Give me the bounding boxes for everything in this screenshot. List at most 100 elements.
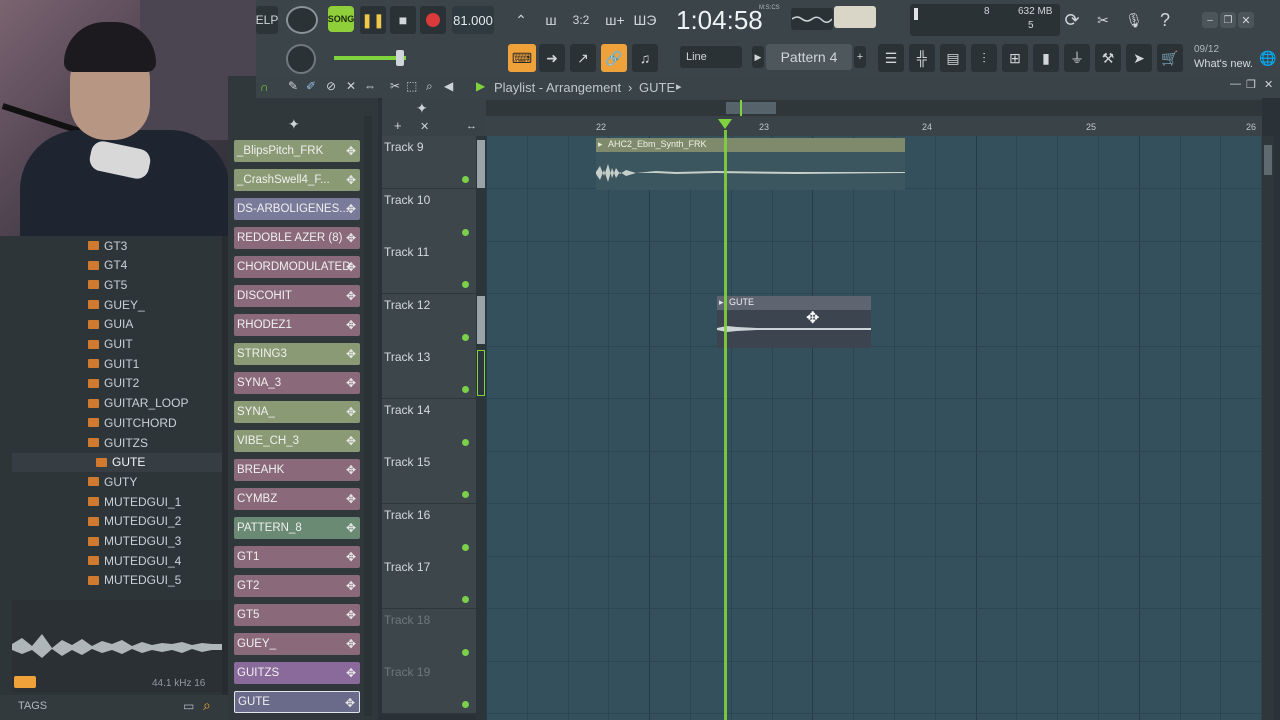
track-mute-led[interactable] — [462, 333, 469, 341]
delete-tool-icon[interactable]: ⊘ — [326, 79, 336, 93]
slip-tool-icon[interactable]: ⇔ — [364, 79, 376, 93]
picker-scrollbar[interactable] — [364, 116, 372, 716]
picker-item[interactable]: VIBE_CH_3 ✥ — [234, 430, 360, 452]
picker-item[interactable]: DISCOHIT ✥ — [234, 285, 360, 307]
link-button[interactable]: 🔗 — [601, 44, 627, 72]
plugin-button[interactable]: ⏚ — [1064, 44, 1090, 72]
track-mute-led[interactable] — [462, 701, 469, 708]
playlist-close-icon[interactable]: ✕ — [1264, 78, 1273, 91]
audio-clip-synth[interactable] — [596, 152, 905, 190]
track-header[interactable]: Track 13 — [382, 346, 476, 399]
tools-button[interactable]: ⚒ — [1095, 44, 1121, 72]
browser-item[interactable]: GUIT2 — [88, 374, 139, 393]
drag-handle-icon[interactable]: ✥ — [343, 347, 356, 361]
drag-handle-icon[interactable]: ✥ — [343, 405, 356, 419]
rendering-button[interactable]: ➤ — [1126, 44, 1152, 72]
paint-tool-icon[interactable]: ✐ — [306, 79, 316, 93]
tags-label[interactable]: TAGS — [18, 700, 47, 712]
picker-item[interactable]: PATTERN_8 ✥ — [234, 517, 360, 539]
browser-item[interactable]: GUITAR_LOOP — [88, 394, 188, 413]
track-mute-led[interactable] — [462, 596, 469, 603]
browser-item[interactable]: GUIT — [88, 335, 133, 354]
playback-tool-icon[interactable]: ◀ — [444, 79, 453, 93]
playlist-maximize-icon[interactable]: ❐ — [1246, 78, 1256, 91]
track-header[interactable]: Track 9 — [382, 136, 476, 189]
track-mute-led[interactable] — [462, 648, 469, 656]
track-lane[interactable] — [476, 241, 1262, 294]
drag-handle-icon[interactable]: ✥ — [343, 144, 356, 158]
arrangement-dropdown-icon[interactable]: ▸ — [676, 80, 682, 93]
master-volume-knob[interactable] — [286, 6, 318, 34]
track-scroll-handle-2[interactable] — [477, 296, 485, 344]
drag-handle-icon[interactable]: ✥ — [343, 434, 356, 448]
overview-viewport[interactable] — [726, 102, 776, 114]
browser-item[interactable]: GUIT1 — [88, 354, 139, 373]
restore-button[interactable]: ❐ — [1220, 12, 1236, 28]
slide-button[interactable]: ↗ — [570, 44, 596, 72]
wait-input-button[interactable]: ш — [538, 6, 564, 34]
picker-item[interactable]: REDOBLE AZER (8) ✥ — [234, 227, 360, 249]
browser-item[interactable]: MUTEDGUI_1 — [88, 492, 181, 511]
browser-item[interactable]: MUTEDGUI_4 — [88, 551, 181, 570]
whats-new-link[interactable]: What's new. — [1194, 58, 1253, 70]
track-mute-led[interactable] — [462, 386, 469, 393]
playlist-vscroll[interactable] — [1262, 136, 1274, 720]
drag-handle-icon[interactable]: ✥ — [343, 492, 356, 506]
picker-item[interactable]: GUTE ✥ — [234, 691, 360, 713]
remove-track-icon[interactable]: ✕ — [420, 120, 429, 133]
picker-item[interactable]: SYNA_ ✥ — [234, 401, 360, 423]
track-header[interactable]: Track 10 — [382, 188, 476, 242]
play-button[interactable]: ❚❚ — [360, 6, 386, 34]
track-header[interactable]: Track 16 — [382, 503, 476, 557]
browser-item[interactable]: GUIA — [88, 315, 133, 334]
playlist-window-button[interactable]: ☰ — [878, 44, 904, 72]
track-header[interactable]: Track 14 — [382, 398, 476, 452]
typing-keyboard-button[interactable]: ⌨ — [508, 44, 536, 72]
draw-tool-icon[interactable]: ✎ — [288, 79, 298, 93]
help-menu[interactable]: ELP — [256, 6, 278, 34]
picker-item[interactable]: DS-ARBOLIGENES... ✥ — [234, 198, 360, 220]
volume-slider-handle[interactable] — [396, 50, 404, 66]
picker-item[interactable]: BREAHK ✥ — [234, 459, 360, 481]
picker-item[interactable]: RHODEZ1 ✥ — [234, 314, 360, 336]
track-header[interactable]: Track 12 — [382, 293, 476, 347]
pattern-prev-button[interactable]: ▶ — [752, 46, 764, 68]
picker-item[interactable]: STRING3 ✥ — [234, 343, 360, 365]
browser-item[interactable]: GT4 — [88, 256, 127, 275]
audio-clip-gute[interactable] — [717, 310, 871, 348]
track-lane[interactable] — [476, 661, 1262, 714]
pattern-selector[interactable]: Pattern 4 — [766, 44, 852, 70]
track-lane[interactable] — [476, 556, 1262, 609]
arrangement-name[interactable]: GUTE — [639, 80, 675, 95]
channel-rack-button[interactable]: ▤ — [940, 44, 966, 72]
mute-tool-icon[interactable]: ✕ — [346, 79, 356, 93]
undo-history-button[interactable]: ⟳ — [1059, 6, 1085, 34]
track-nav-icon[interactable]: ✦ — [416, 100, 428, 117]
drag-handle-icon[interactable]: ✥ — [343, 260, 356, 274]
step-edit-button[interactable]: ➜ — [539, 44, 565, 72]
track-lane[interactable] — [476, 609, 1262, 662]
drag-handle-icon[interactable]: ✥ — [343, 550, 356, 564]
clip-header[interactable]: ▸ AHC2_Ebm_Synth_FRK — [596, 138, 905, 152]
browser-item[interactable]: MUTEDGUI_3 — [88, 532, 181, 551]
add-pattern-button[interactable]: + — [854, 46, 866, 68]
track-header[interactable]: Track 11 — [382, 241, 476, 294]
slice-tool-icon[interactable]: ✂ — [390, 79, 400, 93]
track-scrollbar[interactable] — [476, 136, 486, 720]
minimize-button[interactable]: – — [1202, 12, 1218, 28]
clip-header[interactable]: ▸ GUTE — [717, 296, 871, 310]
track-mute-led[interactable] — [462, 491, 469, 498]
preview-play-button[interactable] — [14, 676, 36, 688]
close-button[interactable]: ✕ — [1238, 12, 1254, 28]
zoom-tool-icon[interactable]: ⌕ — [426, 79, 433, 94]
master-pitch-knob[interactable] — [286, 44, 316, 74]
track-header[interactable]: Track 18 — [382, 608, 476, 662]
picker-item[interactable]: SYNA_3 ✥ — [234, 372, 360, 394]
browser-item[interactable]: GT5 — [88, 275, 127, 294]
drag-handle-icon[interactable]: ✥ — [343, 318, 356, 332]
drag-handle-icon[interactable]: ✥ — [343, 666, 356, 680]
stop-button[interactable]: ■ — [390, 6, 416, 34]
zoom-fit-icon[interactable]: ↔ — [466, 120, 477, 132]
globe-button[interactable]: 🌐 — [1256, 44, 1280, 72]
track-mute-led[interactable] — [462, 543, 469, 551]
